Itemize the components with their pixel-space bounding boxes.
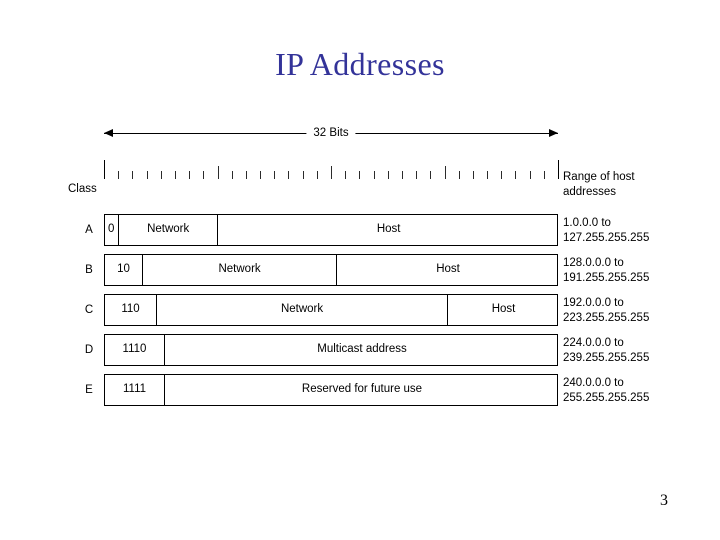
ruler-tick	[316, 171, 318, 179]
class-letter: C	[84, 304, 94, 316]
range-end: 127.255.255.255	[563, 231, 650, 244]
ruler-tick	[558, 160, 559, 179]
range-end: 191.255.255.255	[563, 271, 650, 284]
bit-width-arrow: 32 Bits	[104, 125, 558, 142]
class-letter: A	[85, 224, 93, 236]
slide: IP Addresses 32 Bits Class Range of host…	[0, 0, 720, 540]
class-row: D 1110 Multicast address 224.0.0.0 to 239.25…	[0, 334, 720, 366]
ruler-tick	[458, 171, 460, 179]
ip-address-classes-diagram: 32 Bits Class Range of host addresses A0…	[0, 0, 720, 540]
field-cell: Network	[157, 295, 449, 325]
leading-bits-cell: 110	[105, 295, 157, 325]
ruler-tick	[274, 171, 276, 179]
ruler-tick	[160, 171, 162, 179]
field-cell: Network	[143, 255, 338, 285]
field-cell: Host	[436, 263, 460, 276]
ruler-tick	[529, 171, 531, 179]
address-format-bar: 1110 Multicast address	[104, 334, 558, 366]
class-row: B 10 Network Host 128.0.0.0 to 191.255.255.25…	[0, 254, 720, 286]
ruler-tick	[245, 171, 247, 179]
ruler-tick	[118, 171, 120, 179]
arrow-head-right-icon	[549, 128, 558, 137]
ruler-tick	[203, 171, 205, 179]
range-header-line-2: addresses	[563, 185, 617, 198]
class-row: C 110 Network Host 192.0.0.0 to 223.255.255.2…	[0, 294, 720, 326]
ruler-tick	[515, 171, 517, 179]
leading-bits-cell: 1110	[105, 335, 165, 365]
range-column-header: Range of host addresses	[563, 170, 713, 199]
ruler-tick	[387, 171, 389, 179]
ruler-tick	[430, 171, 432, 179]
host-address-range: 240.0.0.0 to 255.255.255.255	[563, 376, 718, 405]
class-row: E 1111 Reserved for future use 240.0.0.0 to…	[0, 374, 720, 406]
range-header-line-1: Range of host	[563, 171, 635, 183]
range-end: 239.255.255.255	[563, 351, 650, 364]
ruler-tick	[104, 160, 105, 179]
range-start: 240.0.0.0 to	[563, 377, 624, 389]
range-end: 223.255.255.255	[563, 311, 650, 324]
leading-bits-cell: 0	[105, 215, 119, 245]
ruler-tick	[373, 171, 375, 179]
class-letter: D	[84, 344, 94, 356]
bit-ruler	[104, 160, 559, 179]
address-format-bar: 1111 Reserved for future use	[104, 374, 558, 406]
ruler-tick	[174, 171, 176, 179]
class-row: A 0 Network Host 1.0.0.0 to 127.255.255.255	[0, 214, 720, 246]
range-start: 1.0.0.0 to	[563, 217, 611, 229]
ruler-tick	[231, 171, 233, 179]
ruler-tick	[331, 166, 332, 179]
ruler-tick	[302, 171, 304, 179]
ruler-tick	[288, 171, 290, 179]
class-column-header: Class	[68, 183, 97, 195]
host-address-range: 192.0.0.0 to 223.255.255.255	[563, 296, 718, 325]
host-address-range: 128.0.0.0 to 191.255.255.255	[563, 256, 718, 285]
class-letter: E	[85, 384, 93, 396]
address-format-bar: 110 Network Host	[104, 294, 558, 326]
field-cell: Host	[491, 303, 516, 316]
field-cell: Host	[376, 223, 401, 236]
range-end: 255.255.255.255	[563, 391, 650, 404]
ruler-tick	[472, 171, 474, 179]
address-format-bar: 10 Network Host	[104, 254, 558, 286]
ruler-tick	[217, 166, 219, 179]
arrow-head-left-icon	[104, 128, 113, 137]
ruler-tick	[146, 171, 148, 179]
ruler-tick	[401, 171, 403, 179]
field-cell: Multicast address	[317, 343, 407, 356]
ruler-tick	[189, 171, 191, 179]
page-number: 3	[660, 492, 668, 509]
ruler-tick	[487, 171, 489, 179]
class-letter: B	[85, 264, 93, 276]
leading-bits-cell: 10	[105, 255, 143, 285]
bit-width-label: 32 Bits	[306, 125, 356, 141]
range-start: 128.0.0.0 to	[563, 257, 624, 269]
ruler-tick	[132, 171, 134, 179]
field-cell: Reserved for future use	[301, 383, 423, 396]
range-start: 224.0.0.0 to	[563, 337, 624, 349]
ruler-tick	[444, 166, 446, 179]
host-address-range: 1.0.0.0 to 127.255.255.255	[563, 216, 718, 245]
field-cell: Network	[119, 215, 219, 245]
ruler-tick	[501, 171, 503, 179]
host-address-range: 224.0.0.0 to 239.255.255.255	[563, 336, 718, 365]
ruler-tick	[416, 171, 418, 179]
range-start: 192.0.0.0 to	[563, 297, 624, 309]
address-format-bar: 0 Network Host	[104, 214, 558, 246]
ruler-tick	[260, 171, 262, 179]
ruler-tick	[359, 171, 361, 179]
leading-bits-cell: 1111	[105, 375, 165, 405]
ruler-tick	[543, 171, 545, 179]
ruler-tick	[345, 171, 347, 179]
